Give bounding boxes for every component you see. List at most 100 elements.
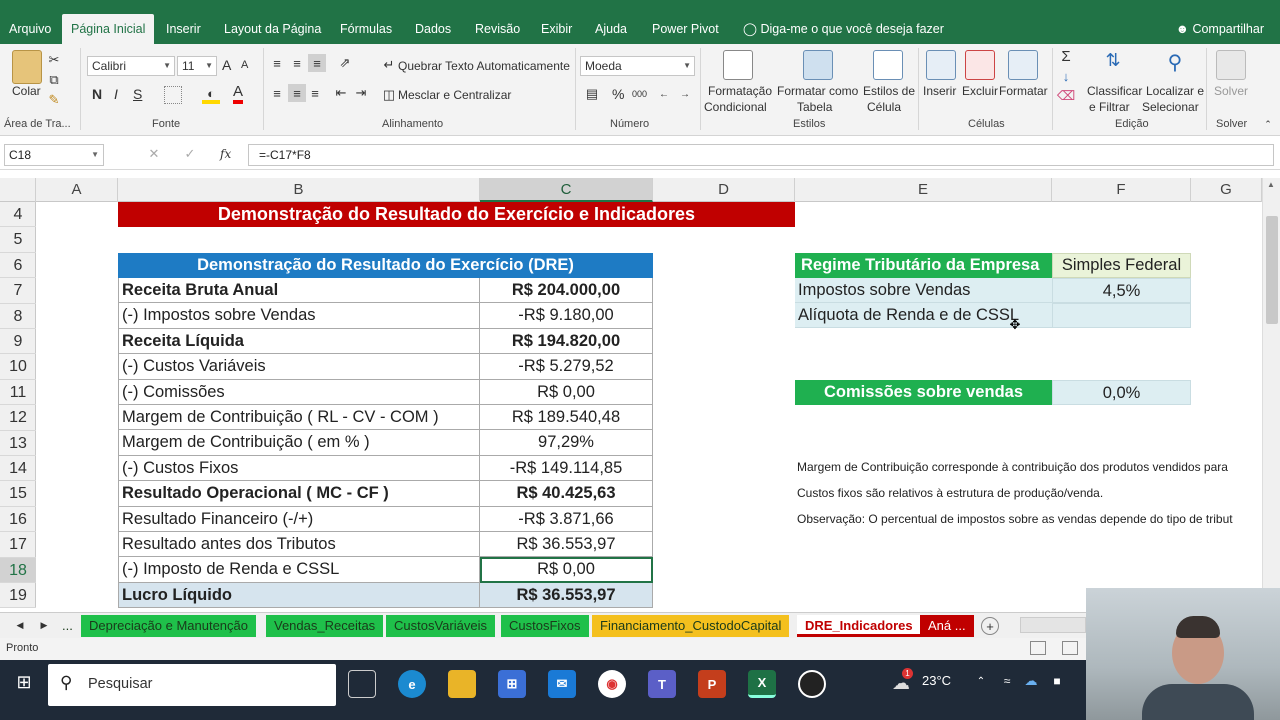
percent-button[interactable]: % [612,86,624,102]
dre-row-value[interactable]: R$ 194.820,00 [480,328,653,355]
underline-button[interactable]: S [133,86,142,102]
dre-row-label[interactable]: Margem de Contribuição ( RL - CV - COM ) [118,405,480,431]
store-icon[interactable]: ⊞ [498,670,526,698]
autosum-icon[interactable]: Σ [1058,48,1074,65]
grow-font-button[interactable]: A [222,57,231,73]
row-header-14[interactable]: 14 [0,456,36,482]
enter-icon[interactable]: ✓ [182,146,198,162]
decrease-decimal-icon[interactable]: → [676,86,694,102]
volume-icon[interactable]: ■ [1048,674,1066,688]
align-right-icon[interactable]: ≡ [308,86,322,101]
weather-temp[interactable]: 23°C [922,673,951,688]
select-all-corner[interactable] [0,178,36,202]
dre-row-label[interactable]: Resultado antes dos Tributos [118,532,480,558]
column-header-c[interactable]: C [480,178,653,202]
dre-row-value[interactable]: R$ 40.425,63 [480,481,653,507]
horizontal-scrollbar[interactable] [1020,617,1086,633]
sheet-tab-vendas[interactable]: Vendas_Receitas [266,615,384,637]
collapse-ribbon-icon[interactable]: ⌃ [1262,118,1274,130]
row-header-16[interactable]: 16 [0,507,36,533]
row-header-13[interactable]: 13 [0,431,36,456]
italic-button[interactable]: I [114,86,118,102]
normal-view-icon[interactable] [1030,641,1046,655]
row-header-8[interactable]: 8 [0,304,36,329]
add-sheet-icon[interactable]: + [981,617,999,635]
increase-indent-icon[interactable]: ⇥ [354,85,368,100]
column-header-b[interactable]: B [118,178,480,202]
taskbar-search[interactable]: ⚲ Pesquisar [48,664,336,706]
merge-center-button[interactable]: Mesclar e Centralizar [398,88,511,102]
sheet-tab-analise[interactable]: Aná ... [920,615,974,637]
sort-filter-line2[interactable]: e Filtrar [1089,100,1130,114]
dre-row-value[interactable]: -R$ 3.871,66 [480,506,653,532]
impostos-value[interactable]: 4,5% [1052,278,1191,303]
vertical-scrollbar[interactable]: ▲ [1262,178,1280,608]
dre-row-label[interactable]: (-) Comissões [118,379,480,405]
align-left-icon[interactable]: ≡ [270,86,284,101]
row-header-10[interactable]: 10 [0,354,36,380]
find-select-line2[interactable]: Selecionar [1142,100,1199,114]
dre-row-label[interactable]: (-) Custos Variáveis [118,354,480,380]
selected-cell-c18[interactable]: R$ 0,00 [480,557,653,583]
dre-row-label[interactable]: (-) Custos Fixos [118,455,480,482]
tab-pagina-inicial[interactable]: Página Inicial [62,14,155,44]
increase-decimal-icon[interactable]: ← [655,86,673,102]
main-title[interactable]: Demonstração do Resultado do Exercício e… [118,202,795,227]
conditional-format-line2[interactable]: Condicional [704,100,767,114]
column-header-d[interactable]: D [653,178,795,202]
prev-sheet-icon[interactable]: ◀ [14,618,26,632]
row-header-19[interactable]: 19 [0,583,36,609]
clear-icon[interactable]: ⌫ [1057,88,1075,104]
wifi-icon[interactable]: ≈ [998,674,1016,688]
row-header-7[interactable]: 7 [0,278,36,304]
number-format-select[interactable]: Moeda ▼ [580,56,695,76]
solver-button[interactable]: Solver [1214,84,1248,98]
insert-function-button[interactable]: fx [220,147,231,161]
align-middle-icon[interactable]: ≡ [290,56,304,71]
cut-icon[interactable]: ✂ [46,52,62,68]
tray-chevron-icon[interactable]: ⌃ [974,674,988,688]
aliquota-value[interactable] [1052,303,1191,328]
dre-row-label[interactable]: Resultado Operacional ( MC - CF ) [118,481,480,507]
decrease-indent-icon[interactable]: ⇤ [334,85,348,100]
page-layout-view-icon[interactable] [1062,641,1078,655]
sheet-tab-more[interactable]: ... [54,615,81,637]
tab-layout[interactable]: Layout da Página [215,14,330,44]
mail-icon[interactable]: ✉ [548,670,576,698]
dre-row-value[interactable]: R$ 36.553,97 [480,532,653,558]
regime-label[interactable]: Regime Tributário da Empresa [795,253,1052,278]
comissoes-value[interactable]: 0,0% [1052,380,1191,405]
bold-button[interactable]: N [92,86,102,102]
dre-row-label[interactable]: Margem de Contribuição ( em % ) [118,430,480,456]
borders-icon[interactable] [164,86,182,104]
cancel-icon[interactable]: ✕ [146,146,162,162]
dre-row-value[interactable]: 97,29% [480,430,653,456]
row-header-17[interactable]: 17 [0,532,36,558]
row-header-18[interactable]: 18 [0,557,36,583]
note-custos-fixos[interactable]: Custos fixos são relativos à estrutura d… [797,486,1262,500]
dre-row-value[interactable]: R$ 204.000,00 [480,278,653,304]
cell-styles-line2[interactable]: Célula [867,100,901,114]
thousands-button[interactable]: 000 [632,89,647,99]
row-header-9[interactable]: 9 [0,329,36,355]
dre-row-label[interactable]: Resultado Financeiro (-/+) [118,506,480,532]
find-select-line1[interactable]: Localizar e [1146,84,1204,98]
font-color-button[interactable]: A [233,84,244,104]
format-cells-button[interactable]: Formatar [999,84,1048,98]
tell-me-search[interactable]: ◯ Diga-me o que você deseja fazer [734,14,953,44]
dre-row-value[interactable]: -R$ 9.180,00 [480,303,653,329]
column-header-e[interactable]: E [795,178,1052,202]
column-header-f[interactable]: F [1052,178,1191,202]
sheet-tab-depreciacao[interactable]: Depreciação e Manutenção [81,615,256,637]
sheet-tab-custos-fixos[interactable]: CustosFixos [501,615,589,637]
shrink-font-button[interactable]: A [241,59,248,71]
teams-icon[interactable]: T [648,670,676,698]
tab-formulas[interactable]: Fórmulas [331,14,401,44]
tab-power-pivot[interactable]: Power Pivot [643,14,728,44]
edge-icon[interactable]: e [398,670,426,698]
dre-row-value[interactable]: -R$ 149.114,85 [480,455,653,482]
worksheet-grid[interactable]: Demonstração do Resultado do Exercício e… [36,202,1262,609]
format-table-line1[interactable]: Formatar como [777,84,858,98]
row-header-12[interactable]: 12 [0,405,36,431]
tab-arquivo[interactable]: Arquivo [0,14,60,44]
